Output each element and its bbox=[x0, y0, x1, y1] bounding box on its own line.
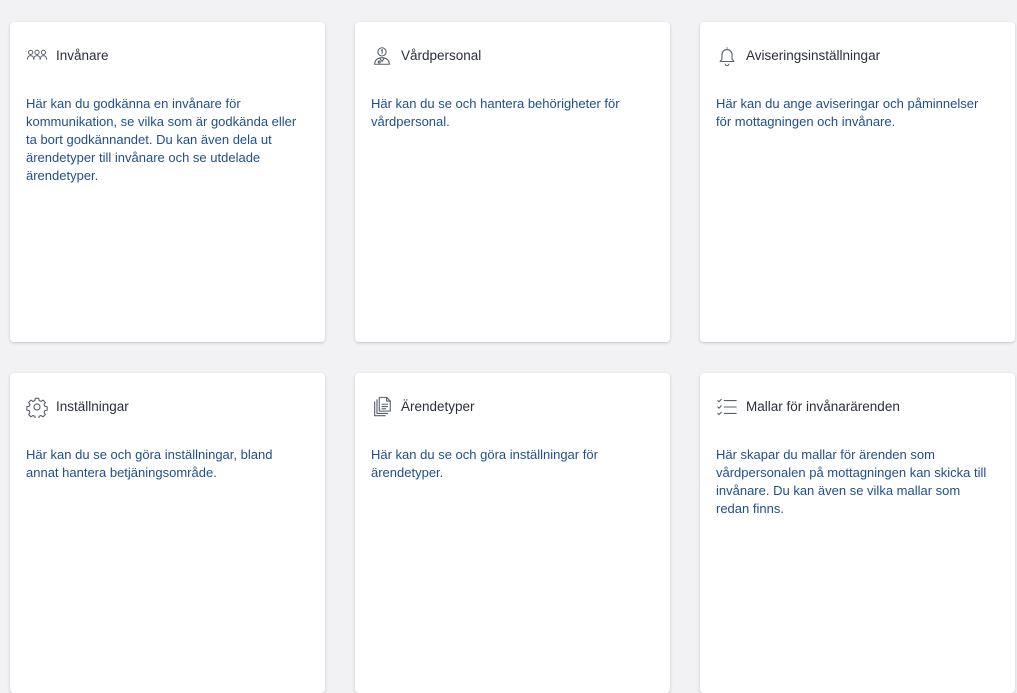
card-header: Ärendetyper bbox=[371, 395, 654, 419]
card-title: Invånare bbox=[56, 48, 109, 63]
documents-icon bbox=[371, 396, 393, 418]
checklist-icon bbox=[716, 396, 738, 418]
card-title: Aviseringsinställningar bbox=[746, 48, 881, 63]
caregiver-icon bbox=[371, 45, 393, 67]
card-description: Här kan du godkänna en invånare för komm… bbox=[26, 96, 297, 183]
card-header: Inställningar bbox=[26, 395, 309, 419]
card-description: Här kan du se och göra inställningar, bl… bbox=[26, 447, 273, 480]
group-icon bbox=[26, 45, 48, 67]
card-invanare[interactable]: Invånare Här kan du godkänna en invånare… bbox=[10, 22, 325, 342]
bell-icon bbox=[716, 45, 738, 67]
card-title: Inställningar bbox=[56, 399, 129, 414]
card-description: Här kan du ange aviseringar och påminnel… bbox=[716, 96, 979, 129]
card-title: Mallar för invånarärenden bbox=[746, 399, 900, 414]
card-header: Invånare bbox=[26, 44, 309, 68]
card-mallar-for-invanararenden[interactable]: Mallar för invånarärenden Här skapar du … bbox=[700, 373, 1015, 693]
gear-icon bbox=[26, 396, 48, 418]
card-header: Vårdpersonal bbox=[371, 44, 654, 68]
card-title: Vårdpersonal bbox=[401, 48, 482, 63]
card-header: Aviseringsinställningar bbox=[716, 44, 999, 68]
settings-card-grid: Invånare Här kan du godkänna en invånare… bbox=[10, 22, 1016, 693]
card-installningar[interactable]: Inställningar Här kan du se och göra ins… bbox=[10, 373, 325, 693]
card-description: Här kan du se och göra inställningar för… bbox=[371, 447, 598, 480]
card-title: Ärendetyper bbox=[401, 399, 475, 414]
card-arendetyper[interactable]: Ärendetyper Här kan du se och göra instä… bbox=[355, 373, 670, 693]
card-vardpersonal[interactable]: Vårdpersonal Här kan du se och hantera b… bbox=[355, 22, 670, 342]
card-aviseringsinstallningar[interactable]: Aviseringsinställningar Här kan du ange … bbox=[700, 22, 1015, 342]
card-description: Här skapar du mallar för ärenden som vår… bbox=[716, 447, 987, 516]
card-header: Mallar för invånarärenden bbox=[716, 395, 999, 419]
card-description: Här kan du se och hantera behörigheter f… bbox=[371, 96, 620, 129]
